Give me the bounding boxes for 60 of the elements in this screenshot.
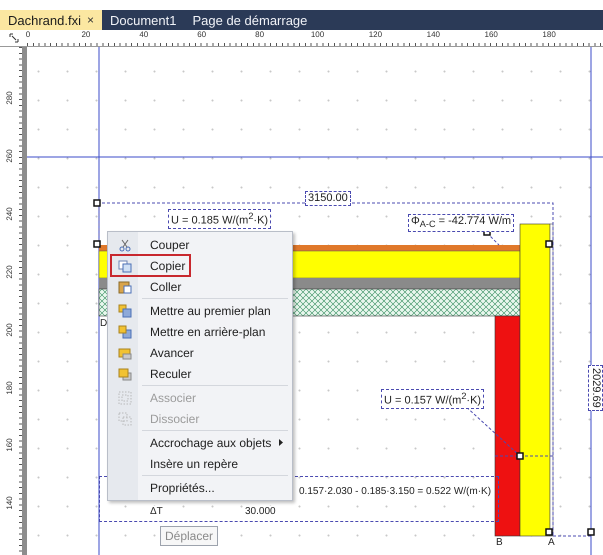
group-icon bbox=[118, 390, 132, 404]
scissors-icon bbox=[118, 238, 132, 252]
ruler-label: 100 bbox=[310, 30, 324, 39]
menu-item[interactable]: Mettre au premier plan bbox=[112, 301, 275, 320]
ruler-label: 280 bbox=[5, 91, 14, 105]
ruler-label: 180 bbox=[542, 30, 556, 39]
ruler-label: 200 bbox=[5, 322, 14, 336]
menu-item[interactable]: Mettre en arrière-plan bbox=[112, 322, 270, 341]
ruler-label: 120 bbox=[368, 30, 382, 39]
ruler-label: 160 bbox=[484, 30, 498, 39]
dimension-label: 3150.00 bbox=[305, 191, 351, 206]
selection-handle[interactable] bbox=[93, 240, 101, 248]
ruler-label: 0 bbox=[26, 30, 30, 39]
point-label: D bbox=[100, 318, 108, 329]
menu-item[interactable]: Insère un repère bbox=[112, 454, 242, 473]
layers-icon bbox=[118, 366, 132, 380]
selection-handle[interactable] bbox=[587, 528, 595, 536]
ruler-label: 140 bbox=[426, 30, 440, 39]
formula-text: 0.157·2.030 - 0.185·3.150 = 0.522 W/(m·K) bbox=[299, 486, 492, 497]
ruler-origin-icon[interactable] bbox=[8, 33, 18, 43]
document-tab[interactable]: Dachrand.fxi × bbox=[0, 10, 102, 30]
layers-icon bbox=[118, 324, 132, 338]
menu-item[interactable]: Avancer bbox=[112, 343, 198, 362]
paste-icon bbox=[118, 280, 132, 294]
point-label: A bbox=[548, 537, 555, 548]
value-label: U = 0.157 W/(m$^{2}$·K) bbox=[381, 389, 484, 409]
menu-item[interactable]: Reculer bbox=[112, 364, 196, 383]
ruler-label: 240 bbox=[5, 207, 14, 220]
ruler-label: 180 bbox=[5, 380, 14, 394]
layers-icon bbox=[118, 304, 132, 318]
value-label: U = 0.185 W/(m$^{2}$·K) bbox=[168, 209, 272, 229]
menu-item[interactable]: Coller bbox=[112, 277, 186, 296]
menu-item[interactable]: Couper bbox=[112, 235, 194, 254]
selection-handle[interactable] bbox=[516, 452, 524, 460]
ruler-label: 140 bbox=[5, 496, 14, 510]
ruler-label: 220 bbox=[5, 265, 14, 278]
ruler-label: 160 bbox=[5, 438, 14, 452]
menu-item[interactable]: Accrochage aux objets bbox=[112, 433, 288, 452]
layers-icon bbox=[118, 346, 132, 360]
ruler-label: 20 bbox=[81, 30, 90, 39]
formula-text: 30.000 bbox=[245, 506, 276, 517]
copy-icon bbox=[118, 258, 132, 272]
ruler-label: 40 bbox=[139, 30, 148, 39]
selection-handle[interactable] bbox=[545, 240, 553, 248]
dimension-label: 2029.69 bbox=[588, 365, 603, 411]
document-tab[interactable]: Page de démarrage bbox=[184, 10, 316, 30]
ruler-label: 80 bbox=[255, 30, 264, 39]
close-icon[interactable]: × bbox=[86, 13, 94, 27]
point-label: B bbox=[496, 537, 503, 548]
ruler-label: 60 bbox=[197, 30, 206, 39]
selection-handle[interactable] bbox=[545, 528, 553, 536]
ungroup-icon bbox=[118, 412, 132, 426]
menu-item[interactable]: Propriétés... bbox=[112, 478, 219, 497]
document-tab[interactable]: Document1 bbox=[102, 10, 184, 30]
selection-handle[interactable] bbox=[93, 199, 101, 207]
ruler-label: 260 bbox=[5, 149, 14, 163]
tooltip: Déplacer bbox=[160, 526, 218, 546]
formula-text: ΔT bbox=[150, 506, 163, 517]
menu-item[interactable]: Copier bbox=[112, 256, 190, 275]
submenu-arrow-icon bbox=[279, 439, 284, 446]
